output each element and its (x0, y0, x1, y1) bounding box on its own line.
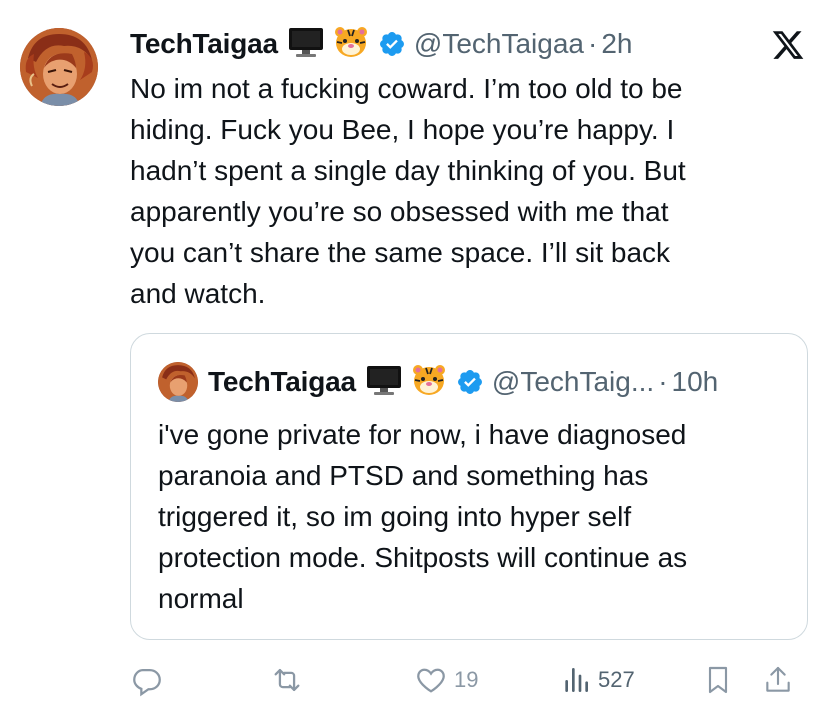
heart-icon (414, 663, 448, 697)
reply-icon (130, 663, 164, 697)
share-icon (762, 663, 794, 697)
verified-badge-icon (456, 368, 484, 396)
verified-badge-icon (378, 30, 406, 58)
tweet[interactable]: TechTaigaa @TechTaigaa · 2h No im not a … (0, 0, 828, 727)
x-logo-icon (770, 28, 806, 62)
tweet-header: TechTaigaa @TechTaigaa · 2h (130, 24, 632, 64)
reply-button[interactable] (130, 660, 164, 700)
views-button[interactable]: 527 (560, 660, 635, 700)
views-count: 527 (598, 667, 635, 692)
retweet-icon (270, 663, 304, 697)
computer-icon (288, 26, 324, 63)
share-button[interactable] (762, 660, 794, 700)
tweet-actions: 19 527 (130, 660, 810, 700)
tweet-text: No im not a fucking coward. I’m too old … (130, 73, 686, 309)
quoted-tweet-text: i've gone private for now, i have diagno… (158, 419, 688, 614)
quoted-tweet[interactable]: TechTaigaa @TechTaig... · 10h i've gone … (130, 333, 808, 640)
separator-dot: · (587, 28, 598, 59)
quoted-author-handle[interactable]: @TechTaig... (492, 366, 654, 398)
like-count: 19 (454, 667, 479, 692)
quoted-tweet-timestamp[interactable]: 10h (672, 366, 719, 398)
tiger-face-icon (334, 26, 368, 63)
bookmark-icon (702, 663, 734, 697)
separator-dot: · (658, 366, 668, 397)
retweet-button[interactable] (270, 660, 304, 700)
author-name[interactable]: TechTaigaa (130, 28, 278, 60)
quoted-author-avatar[interactable] (158, 362, 198, 402)
quoted-author-name[interactable]: TechTaigaa (208, 366, 356, 398)
like-button[interactable]: 19 (414, 660, 478, 700)
author-avatar[interactable] (20, 28, 98, 106)
quoted-tweet-header: TechTaigaa @TechTaig... · 10h (208, 362, 718, 402)
tweet-timestamp[interactable]: 2h (601, 28, 632, 60)
computer-icon (366, 364, 402, 401)
author-handle[interactable]: @TechTaigaa (414, 28, 584, 60)
tiger-face-icon (412, 364, 446, 401)
bookmark-button[interactable] (702, 660, 734, 700)
views-icon (560, 663, 592, 697)
